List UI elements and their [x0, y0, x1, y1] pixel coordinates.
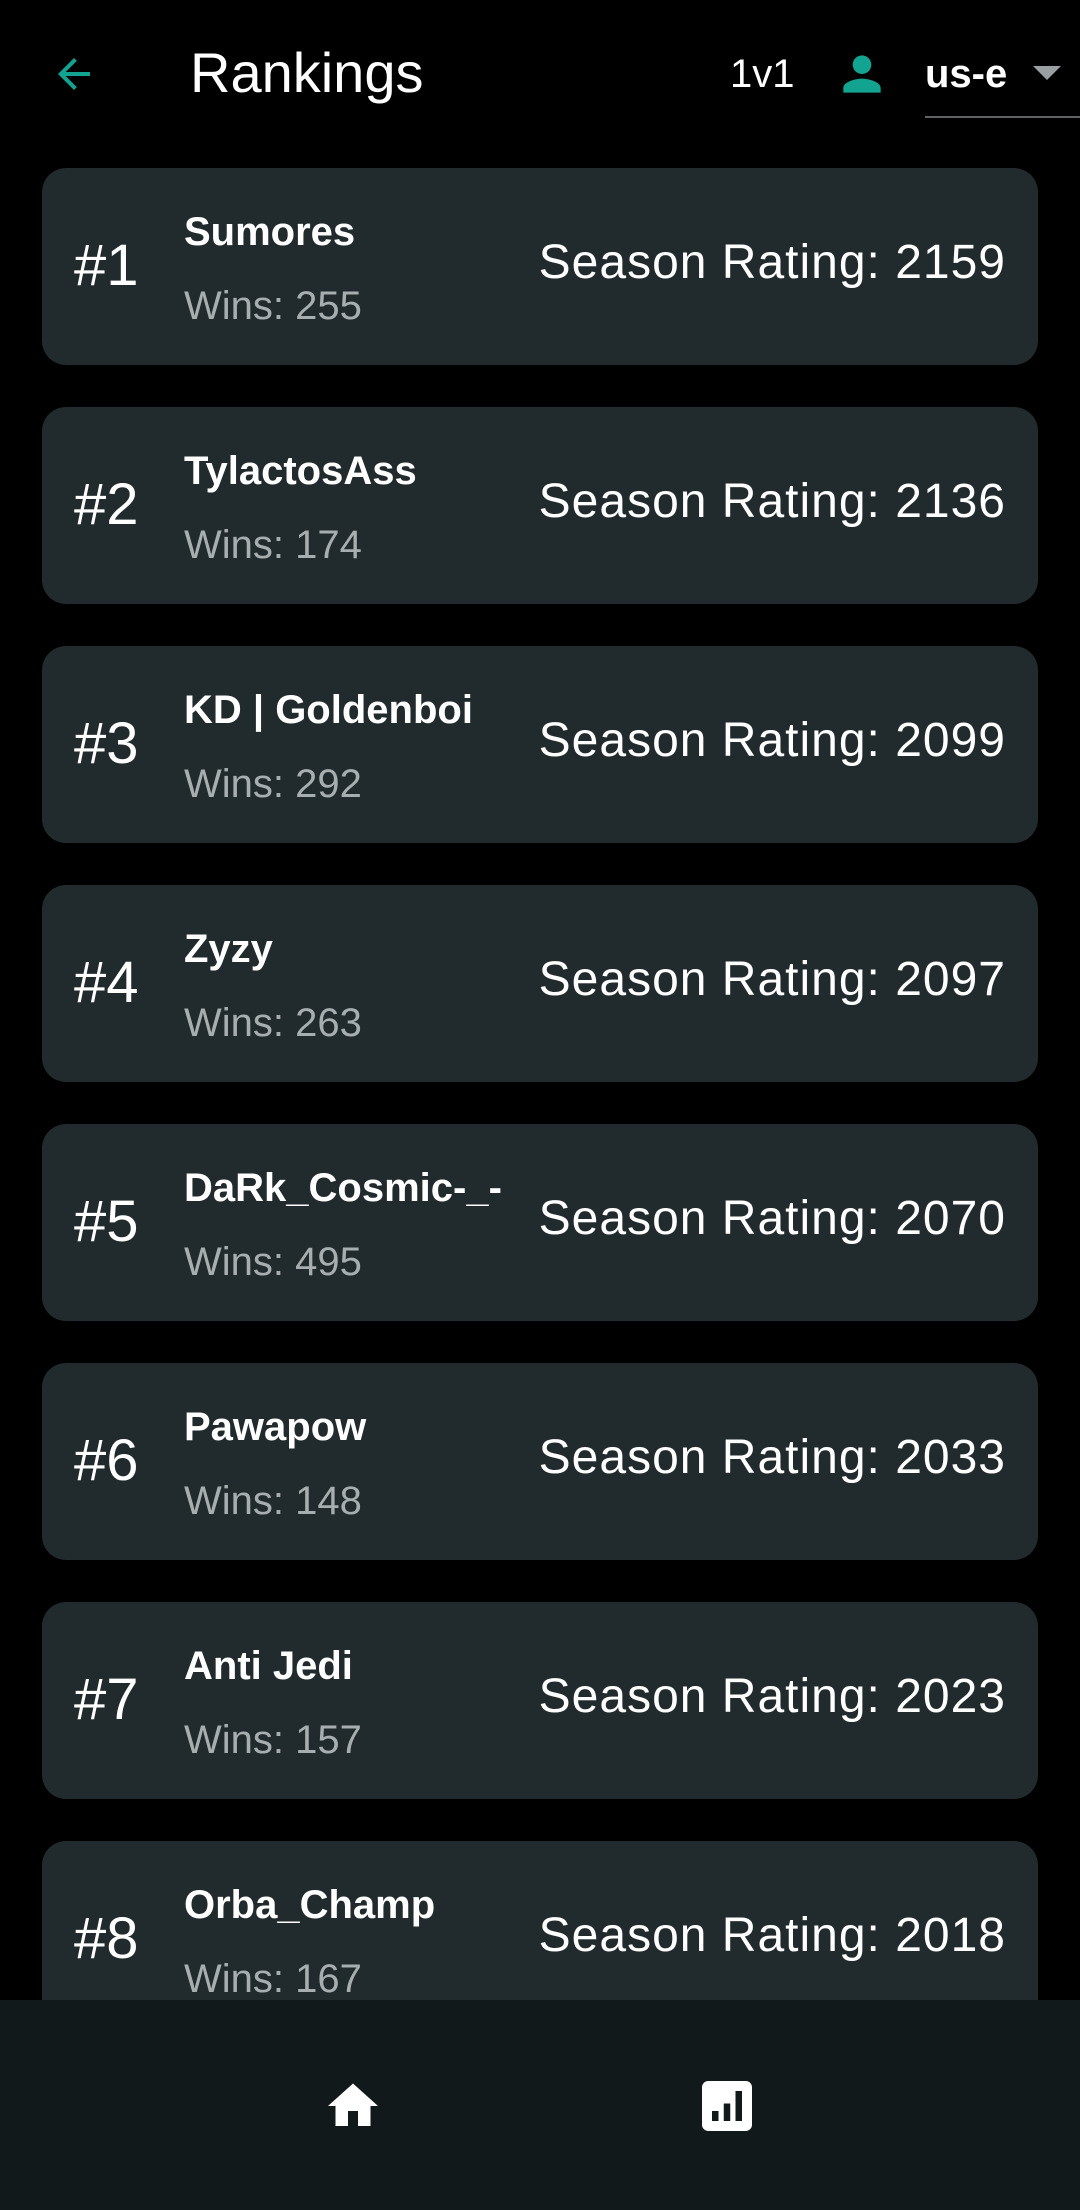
nav-leaderboard-button[interactable] — [691, 2070, 763, 2142]
ranking-card[interactable]: #7 Anti Jedi Wins: 157 Season Rating: 20… — [42, 1602, 1038, 1799]
player-name: Anti Jedi — [184, 1644, 353, 1688]
rank-number: #2 — [74, 472, 139, 537]
nav-home-button[interactable] — [317, 2070, 389, 2142]
ranking-card[interactable]: #1 Sumores Wins: 255 Season Rating: 2159 — [42, 168, 1038, 365]
season-rating: Season Rating: 2099 — [538, 714, 1006, 767]
app-bar: Rankings 1v1 us-e — [0, 0, 1080, 148]
rank-number: #4 — [74, 950, 139, 1015]
rank-number: #1 — [74, 233, 139, 298]
page-title: Rankings — [190, 41, 424, 104]
season-rating: Season Rating: 2033 — [538, 1431, 1006, 1484]
player-wins: Wins: 255 — [184, 284, 362, 328]
bottom-navigation — [0, 2000, 1080, 2210]
ranking-card[interactable]: #6 Pawapow Wins: 148 Season Rating: 2033 — [42, 1363, 1038, 1560]
rank-number: #6 — [74, 1428, 139, 1493]
season-rating: Season Rating: 2070 — [538, 1192, 1006, 1245]
player-name: Sumores — [184, 210, 356, 254]
ranking-card[interactable]: #8 Orba_Champ Wins: 167 Season Rating: 2… — [42, 1841, 1038, 2000]
ranking-card[interactable]: #4 Zyzy Wins: 263 Season Rating: 2097 — [42, 885, 1038, 1082]
ranking-card[interactable]: #3 KD | Goldenboi Wins: 292 Season Ratin… — [42, 646, 1038, 843]
player-name: DaRk_Cosmic-_- — [184, 1166, 502, 1210]
back-button[interactable] — [42, 42, 106, 106]
player-wins: Wins: 174 — [184, 523, 362, 567]
season-rating: Season Rating: 2018 — [538, 1909, 1006, 1962]
player-name: Orba_Champ — [184, 1883, 436, 1927]
leaderboard-icon — [702, 2081, 752, 2131]
player-wins: Wins: 495 — [184, 1240, 362, 1284]
season-rating: Season Rating: 2159 — [538, 236, 1006, 289]
season-rating: Season Rating: 2136 — [538, 475, 1006, 528]
region-dropdown[interactable]: us-e — [925, 40, 1080, 118]
ranking-card[interactable]: #5 DaRk_Cosmic-_- Wins: 495 Season Ratin… — [42, 1124, 1038, 1321]
player-name: KD | Goldenboi — [184, 688, 473, 732]
player-name: TylactosAss — [184, 449, 417, 493]
game-mode-label[interactable]: 1v1 — [730, 48, 795, 100]
player-wins: Wins: 263 — [184, 1001, 362, 1045]
arrow-back-icon — [58, 58, 90, 90]
rank-number: #7 — [74, 1667, 139, 1732]
player-name: Zyzy — [184, 927, 273, 971]
player-name: Pawapow — [184, 1405, 367, 1449]
person-icon — [843, 55, 881, 93]
player-wins: Wins: 167 — [184, 1957, 362, 2000]
rank-number: #3 — [74, 711, 139, 776]
season-rating: Season Rating: 2097 — [538, 953, 1006, 1006]
region-value: us-e — [925, 52, 1008, 96]
player-wins: Wins: 148 — [184, 1479, 362, 1523]
rank-number: #8 — [74, 1906, 139, 1971]
profile-button[interactable] — [832, 44, 892, 104]
player-wins: Wins: 157 — [184, 1718, 362, 1762]
rankings-screen: Rankings 1v1 us-e #1 Sumores Wins: 255 S… — [0, 0, 1080, 2210]
rankings-list[interactable]: #1 Sumores Wins: 255 Season Rating: 2159… — [0, 148, 1080, 2000]
player-wins: Wins: 292 — [184, 762, 362, 806]
home-icon — [328, 2083, 378, 2126]
season-rating: Season Rating: 2023 — [538, 1670, 1006, 1723]
rank-number: #5 — [74, 1189, 139, 1254]
ranking-card[interactable]: #2 TylactosAss Wins: 174 Season Rating: … — [42, 407, 1038, 604]
chevron-down-icon — [1033, 66, 1061, 80]
